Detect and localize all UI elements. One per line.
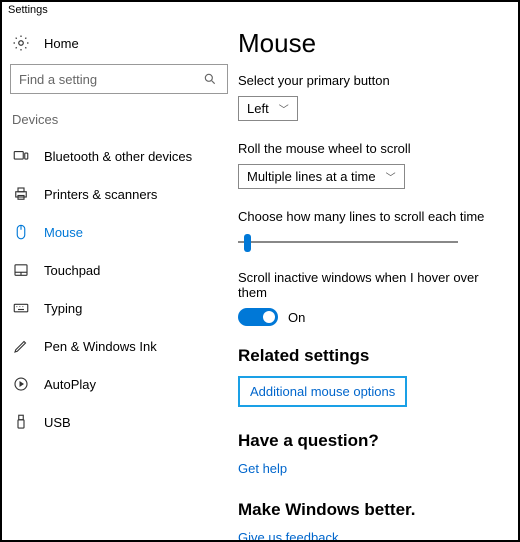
additional-mouse-options-link[interactable]: Additional mouse options bbox=[250, 384, 395, 399]
sidebar-item-pen[interactable]: Pen & Windows Ink bbox=[10, 327, 230, 365]
lines-scroll-label: Choose how many lines to scroll each tim… bbox=[238, 209, 508, 224]
inactive-scroll-toggle[interactable] bbox=[238, 308, 278, 326]
sidebar-item-typing[interactable]: Typing bbox=[10, 289, 230, 327]
category-label: Devices bbox=[10, 112, 230, 137]
question-block: Have a question? Get help bbox=[238, 431, 508, 476]
devices-icon bbox=[12, 147, 30, 165]
feedback-link[interactable]: Give us feedback bbox=[238, 530, 338, 540]
sidebar-item-printers[interactable]: Printers & scanners bbox=[10, 175, 230, 213]
usb-icon bbox=[12, 413, 30, 431]
question-heading: Have a question? bbox=[238, 431, 508, 451]
settings-window: Settings Home Find a setting Devices Blu… bbox=[0, 0, 520, 542]
lines-scroll-slider[interactable] bbox=[238, 232, 458, 252]
sidebar-item-mouse[interactable]: Mouse bbox=[10, 213, 230, 251]
sidebar-item-label: Printers & scanners bbox=[44, 187, 157, 202]
main-content: Mouse Select your primary button Left ﹀ … bbox=[234, 20, 518, 540]
printer-icon bbox=[12, 185, 30, 203]
feedback-heading: Make Windows better. bbox=[238, 500, 508, 520]
page-title: Mouse bbox=[238, 28, 508, 59]
wheel-scroll-dropdown[interactable]: Multiple lines at a time ﹀ bbox=[238, 164, 405, 189]
sidebar: Home Find a setting Devices Bluetooth & … bbox=[2, 20, 234, 540]
window-body: Home Find a setting Devices Bluetooth & … bbox=[2, 20, 518, 540]
mouse-icon bbox=[12, 223, 30, 241]
keyboard-icon bbox=[12, 299, 30, 317]
sidebar-item-label: Pen & Windows Ink bbox=[44, 339, 157, 354]
wheel-scroll-label: Roll the mouse wheel to scroll bbox=[238, 141, 508, 156]
sidebar-item-bluetooth[interactable]: Bluetooth & other devices bbox=[10, 137, 230, 175]
inactive-scroll-toggle-row: On bbox=[238, 308, 508, 326]
inactive-scroll-label: Scroll inactive windows when I hover ove… bbox=[238, 270, 508, 300]
pen-icon bbox=[12, 337, 30, 355]
touchpad-icon bbox=[12, 261, 30, 279]
chevron-down-icon: ﹀ bbox=[279, 101, 289, 116]
sidebar-item-label: Bluetooth & other devices bbox=[44, 149, 192, 164]
chevron-down-icon: ﹀ bbox=[386, 169, 396, 184]
get-help-link[interactable]: Get help bbox=[238, 461, 287, 476]
dropdown-value: Multiple lines at a time bbox=[247, 169, 376, 184]
gear-icon bbox=[12, 34, 30, 52]
dropdown-value: Left bbox=[247, 101, 269, 116]
autoplay-icon bbox=[12, 375, 30, 393]
primary-button-dropdown[interactable]: Left ﹀ bbox=[238, 96, 298, 121]
sidebar-item-touchpad[interactable]: Touchpad bbox=[10, 251, 230, 289]
sidebar-item-autoplay[interactable]: AutoPlay bbox=[10, 365, 230, 403]
search-icon bbox=[201, 70, 219, 88]
additional-mouse-options-highlight: Additional mouse options bbox=[238, 376, 407, 407]
search-placeholder: Find a setting bbox=[19, 72, 201, 87]
toggle-knob bbox=[263, 311, 275, 323]
sidebar-item-label: Typing bbox=[44, 301, 82, 316]
window-title: Settings bbox=[2, 2, 518, 20]
feedback-block: Make Windows better. Give us feedback bbox=[238, 500, 508, 540]
sidebar-item-usb[interactable]: USB bbox=[10, 403, 230, 441]
related-heading: Related settings bbox=[238, 346, 508, 366]
home-label: Home bbox=[44, 36, 79, 51]
sidebar-item-label: Touchpad bbox=[44, 263, 100, 278]
sidebar-item-label: USB bbox=[44, 415, 71, 430]
sidebar-item-label: Mouse bbox=[44, 225, 83, 240]
home-nav[interactable]: Home bbox=[10, 30, 230, 64]
toggle-state: On bbox=[288, 310, 305, 325]
slider-thumb[interactable] bbox=[244, 234, 251, 252]
sidebar-item-label: AutoPlay bbox=[44, 377, 96, 392]
primary-button-label: Select your primary button bbox=[238, 73, 508, 88]
search-input[interactable]: Find a setting bbox=[10, 64, 228, 94]
slider-track bbox=[238, 241, 458, 243]
